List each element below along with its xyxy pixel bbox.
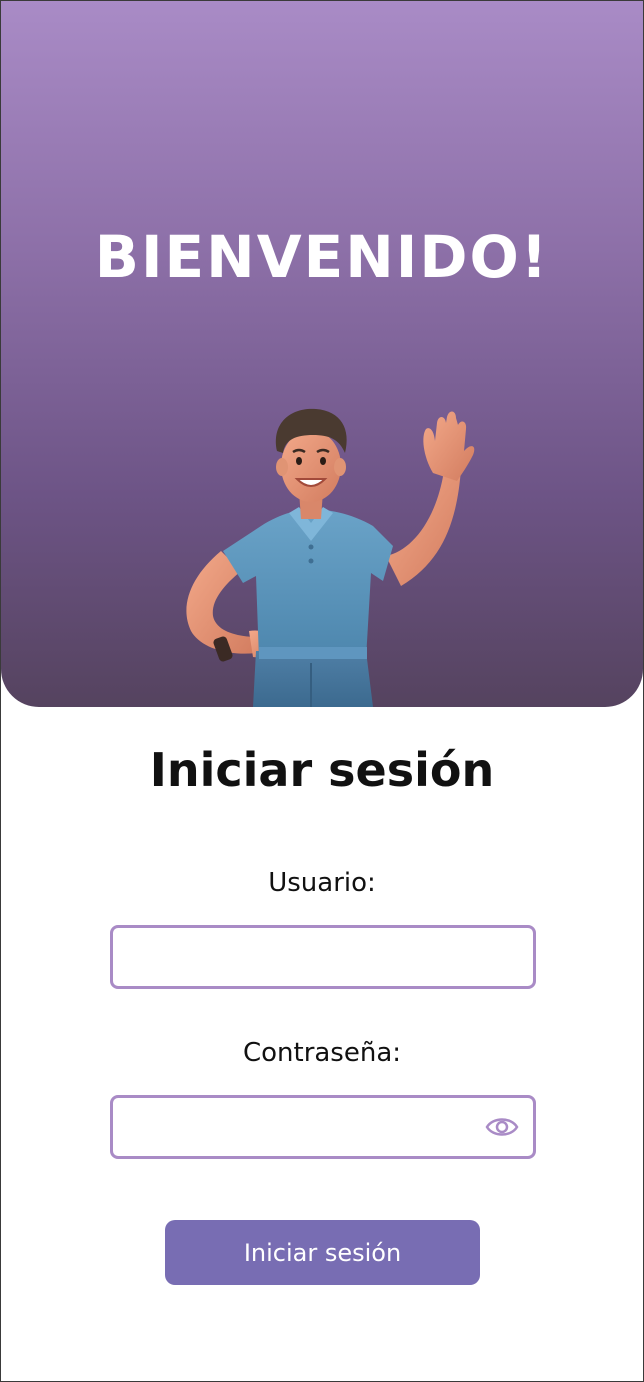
welcome-banner: BIENVENIDO! xyxy=(1,1,643,707)
eye-icon[interactable] xyxy=(485,1112,519,1142)
username-field-box xyxy=(110,925,536,989)
password-label: Contraseña: xyxy=(242,1038,402,1068)
login-title: Iniciar sesión xyxy=(149,743,495,797)
username-label: Usuario: xyxy=(268,868,376,898)
waving-man-illustration xyxy=(186,408,475,707)
password-field-box xyxy=(110,1095,536,1159)
welcome-title: BIENVENIDO! xyxy=(94,223,550,291)
login-button[interactable]: Iniciar sesión xyxy=(165,1220,480,1285)
username-input[interactable] xyxy=(113,928,533,986)
app-frame: BIENVENIDO! Iniciar sesión Usuario: Cont… xyxy=(0,0,644,1382)
password-input[interactable] xyxy=(113,1098,533,1156)
